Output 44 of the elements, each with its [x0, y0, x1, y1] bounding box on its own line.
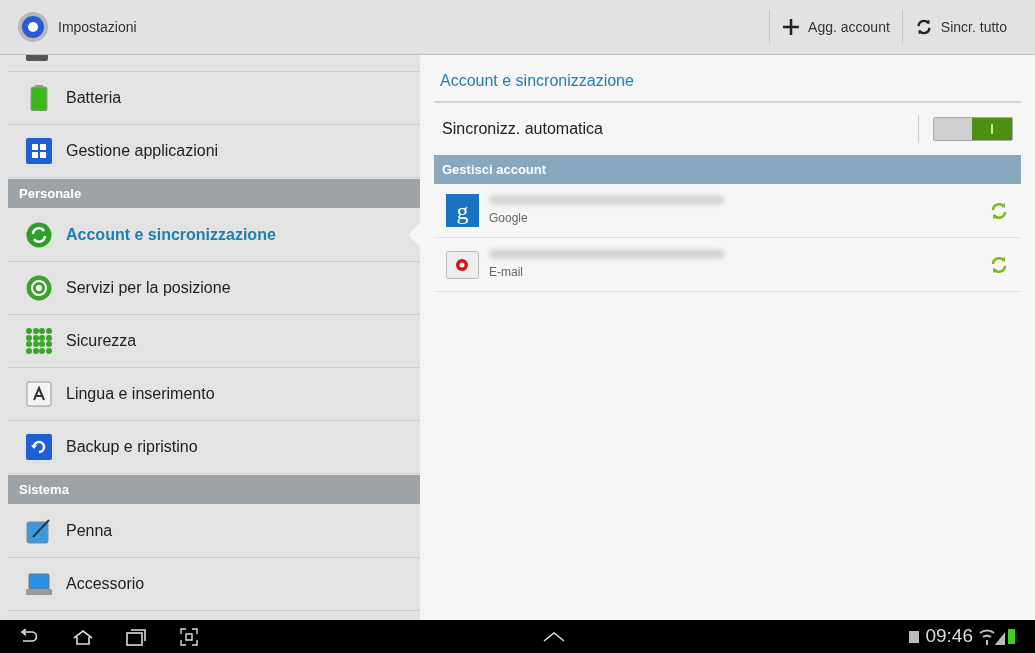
google-logo-icon: g: [446, 194, 479, 227]
sync-icon: [989, 200, 1009, 221]
account-type: E-mail: [489, 263, 524, 281]
settings-item[interactable]: Servizi per la posizione: [8, 262, 420, 315]
settings-item[interactable]: Lingua e inserimento: [8, 368, 420, 421]
back-icon[interactable]: [20, 628, 38, 645]
add-account-button[interactable]: Agg. account: [769, 10, 902, 44]
restore-icon: [26, 434, 52, 460]
settings-icon: [16, 10, 50, 44]
location-icon: [26, 275, 52, 301]
app-title: Impostazioni: [58, 17, 137, 37]
settings-item[interactable]: Sicurezza: [8, 315, 420, 368]
account-row[interactable]: E-mail: [434, 238, 1021, 292]
detail-title: Account e sincronizzazione: [434, 69, 1021, 103]
keyboard-letter-icon: [26, 381, 52, 407]
caret-up-icon[interactable]: [542, 631, 565, 642]
auto-sync-switch[interactable]: [933, 117, 1013, 141]
wifi-signal-icon: [979, 628, 1005, 645]
section-header: Gestisci account: [434, 155, 1021, 184]
settings-item[interactable]: Accessorio: [8, 558, 420, 611]
settings-item[interactable]: Penna: [8, 505, 420, 558]
envelope-stamp-icon: [446, 250, 479, 279]
account-row[interactable]: g Google: [434, 184, 1021, 238]
dot-grid-icon: [26, 328, 52, 354]
pen-tablet-icon: [26, 518, 52, 544]
recent-apps-icon[interactable]: [126, 627, 146, 646]
sync-icon: [26, 222, 52, 248]
home-icon[interactable]: [72, 628, 94, 645]
plus-icon: [782, 18, 801, 36]
screenshot-icon[interactable]: [180, 627, 198, 646]
settings-item[interactable]: Batteria: [8, 72, 420, 125]
sync-all-button[interactable]: Sincr. tutto: [901, 10, 1019, 44]
section-header: Personale: [8, 179, 420, 208]
section-header: Sistema: [8, 475, 420, 504]
account-type: Google: [489, 209, 529, 227]
app-grid-icon: [26, 138, 52, 164]
auto-sync-label: Sincronizz. automatica: [442, 119, 604, 139]
clock: 09:46: [925, 624, 973, 649]
battery-icon: [1008, 629, 1015, 644]
settings-item[interactable]: Gestione applicazioni: [8, 125, 420, 178]
notification-icon: [909, 630, 920, 643]
sync-icon: [989, 254, 1009, 275]
laptop-icon: [26, 571, 52, 597]
settings-item[interactable]: Backup e ripristino: [8, 421, 420, 474]
